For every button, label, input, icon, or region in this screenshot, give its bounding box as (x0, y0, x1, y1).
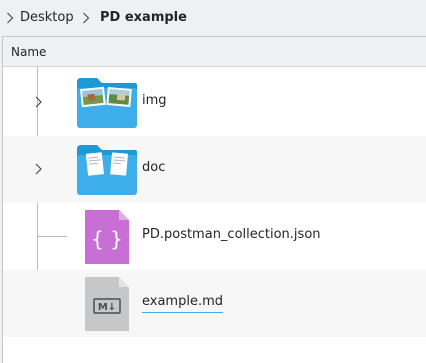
markdown-file-icon: M↓ (85, 277, 129, 331)
chevron-right-icon (7, 12, 14, 24)
svg-text:{ }: { } (91, 227, 123, 251)
svg-text:M↓: M↓ (98, 302, 116, 313)
file-name[interactable]: PD.postman_collection.json (142, 227, 321, 243)
json-file-icon: { } (85, 210, 129, 264)
file-name[interactable]: doc (142, 160, 165, 176)
folder-documents-icon (77, 145, 137, 195)
expand-arrow-icon[interactable] (33, 96, 43, 108)
expand-arrow-icon[interactable] (33, 163, 43, 175)
breadcrumb-item-current[interactable]: PD example (100, 10, 187, 26)
breadcrumb: Desktop PD example (0, 0, 426, 36)
file-tree-view: Name img doc {} PD.postman_collection.j… (2, 36, 426, 363)
list-item-json[interactable]: { } PD.postman_collection.json (3, 203, 426, 270)
column-header[interactable]: Name (3, 37, 426, 67)
column-header-name[interactable]: Name (11, 45, 46, 59)
folder-images-icon (77, 78, 137, 128)
list-item-img[interactable]: img (3, 69, 426, 136)
file-name[interactable]: img (142, 93, 167, 109)
file-name-selected[interactable]: example.md (142, 294, 224, 313)
list-item-markdown[interactable]: M↓ example.md (3, 270, 426, 337)
chevron-right-icon (83, 12, 90, 24)
breadcrumb-item-desktop[interactable]: Desktop (20, 10, 74, 26)
list-item-doc[interactable]: doc (3, 136, 426, 203)
